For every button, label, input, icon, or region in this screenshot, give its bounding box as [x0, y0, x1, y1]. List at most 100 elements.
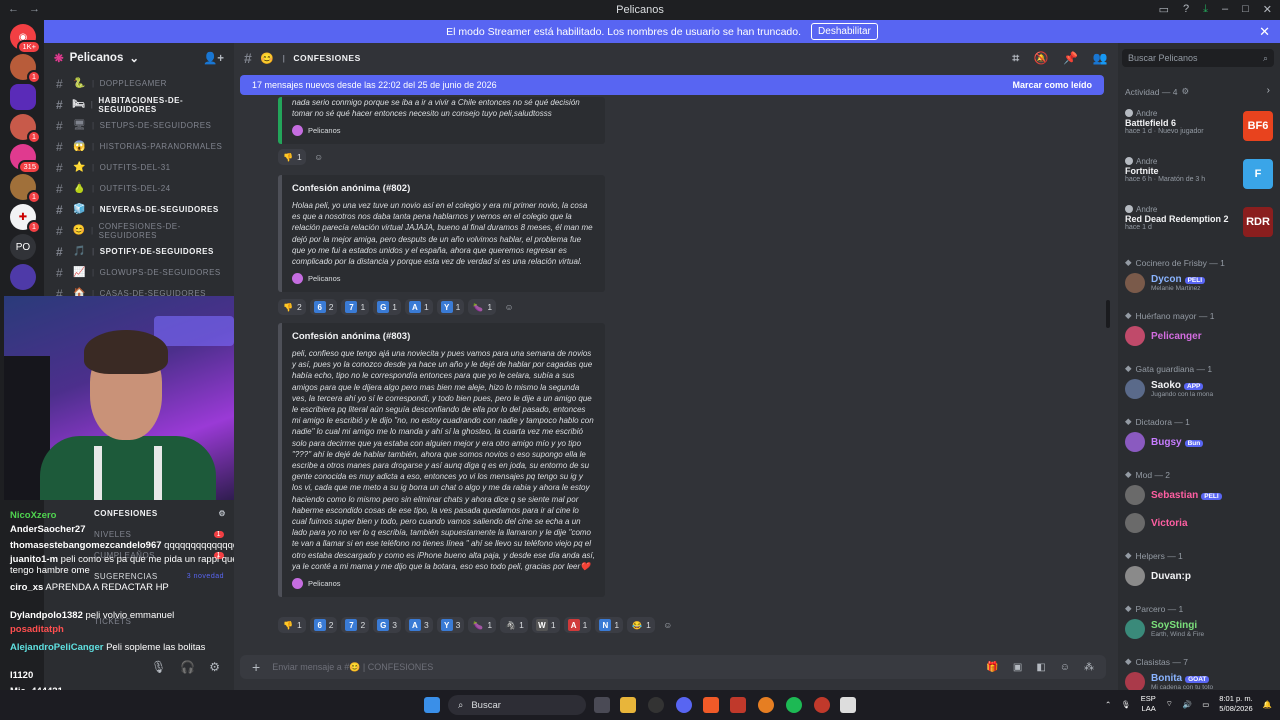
- new-messages-bar[interactable]: 17 mensajes nuevos desde las 22:02 del 2…: [240, 75, 1104, 95]
- sticker-icon[interactable]: ◧: [1036, 662, 1045, 673]
- channel-item[interactable]: # 😱 | HISTORIAS-PARANORMALES: [44, 136, 234, 157]
- mic-tray-icon[interactable]: 🎙: [1121, 700, 1131, 709]
- maximize-icon[interactable]: □: [1242, 3, 1249, 16]
- reaction-button[interactable]: 👎 1: [278, 149, 306, 165]
- channel-item[interactable]: # 🖥 | SETUPS-DE-SEGUIDORES: [44, 115, 234, 136]
- reaction-button[interactable]: G1: [373, 299, 401, 315]
- reaction-button[interactable]: 62: [309, 617, 338, 633]
- headphones-icon[interactable]: 🎧: [180, 660, 195, 674]
- server-icon[interactable]: 1: [10, 174, 41, 204]
- task-view-icon[interactable]: [594, 697, 610, 713]
- close-icon[interactable]: ✕: [1259, 24, 1270, 40]
- channel-item[interactable]: # 🐍 | DOPPLEGAMER: [44, 73, 234, 94]
- channel-item[interactable]: # ⭐ | OUTFITS-DEL-31: [44, 157, 234, 178]
- server-icon[interactable]: 1: [10, 54, 41, 84]
- server-icon[interactable]: 1: [10, 114, 41, 144]
- add-attachment-icon[interactable]: +: [252, 659, 260, 675]
- server-icon[interactable]: 315: [10, 144, 41, 174]
- reaction-button[interactable]: 🦓 1: [500, 617, 528, 633]
- member-item[interactable]: Victoria: [1125, 511, 1275, 535]
- reaction-button[interactable]: 👎 2: [278, 299, 306, 315]
- gif-icon[interactable]: ▣: [1013, 662, 1022, 673]
- activity-card[interactable]: Andre Battlefield 6 hace 1 d · Nuevo jugad…: [1125, 109, 1275, 149]
- clock[interactable]: 8:01 p. m. 5/08/2026: [1219, 694, 1252, 714]
- download-icon[interactable]: ⤓: [1203, 3, 1208, 16]
- message-composer[interactable]: + Enviar mensaje a #😊 | CONFESIONES 🎁 ▣ …: [240, 655, 1106, 679]
- server-dms[interactable]: ◉ 1K+: [10, 24, 41, 54]
- mark-as-read-button[interactable]: Marcar como leído: [1012, 80, 1092, 90]
- server-icon[interactable]: ✚ 1: [10, 204, 41, 234]
- member-item[interactable]: Dycon PELI Melanie Martinez: [1125, 271, 1275, 295]
- channel-item[interactable]: # 📈 | GLOWUPS-DE-SEGUIDORES: [44, 262, 234, 283]
- battery-icon[interactable]: ▭: [1202, 700, 1209, 709]
- activity-card[interactable]: Andre Red Dead Redemption 2 hace 1 d RDR: [1125, 205, 1275, 245]
- help-icon[interactable]: ?: [1183, 3, 1189, 16]
- reaction-button[interactable]: 🍆 1: [468, 617, 497, 633]
- add-reaction-icon[interactable]: ☺: [659, 617, 677, 633]
- reaction-button[interactable]: 😂 1: [627, 617, 655, 633]
- member-item[interactable]: Saoko APP Jugando con la mona: [1125, 377, 1275, 401]
- message-input[interactable]: Enviar mensaje a #😊 | CONFESIONES: [272, 662, 433, 673]
- channel-item[interactable]: # 🎵 | SPOTIFY-DE-SEGUIDORES: [44, 241, 234, 262]
- gift-icon[interactable]: 🎁: [986, 662, 998, 673]
- microphone-icon[interactable]: 🎙: [151, 660, 166, 674]
- reaction-button[interactable]: 🍆 1: [468, 299, 497, 315]
- minimize-icon[interactable]: –: [1222, 3, 1228, 16]
- member-item[interactable]: Duvan:p: [1125, 564, 1275, 588]
- gear-icon[interactable]: ⚙: [1181, 86, 1189, 97]
- settings-icon[interactable]: ⚙: [209, 660, 220, 674]
- channel-item[interactable]: # 🛏 | HABITACIONES-DE-SEGUIDORES: [44, 94, 234, 115]
- notifications-icon[interactable]: 🔔: [1263, 700, 1272, 709]
- taskbar-search[interactable]: ⌕ Buscar: [448, 695, 586, 715]
- scrollbar[interactable]: [1106, 300, 1110, 328]
- reaction-button[interactable]: Y3: [436, 617, 465, 633]
- reaction-button[interactable]: 72: [341, 617, 370, 633]
- reaction-button[interactable]: A3: [404, 617, 433, 633]
- member-item[interactable]: Sebastian PELI: [1125, 483, 1275, 507]
- activity-card[interactable]: Andre Fortnite hace 6 h · Maratón de 3 hF: [1125, 157, 1275, 197]
- server-po[interactable]: PO: [10, 234, 36, 260]
- pin-icon[interactable]: 📌: [1063, 51, 1078, 66]
- server-icon[interactable]: [10, 264, 36, 290]
- add-reaction-icon[interactable]: ☺: [310, 149, 328, 165]
- threads-icon[interactable]: ⌗: [1012, 51, 1019, 66]
- disable-streamer-button[interactable]: Deshabilitar: [811, 23, 878, 40]
- member-item[interactable]: Pelicanger: [1125, 324, 1275, 348]
- forward-icon[interactable]: →: [29, 3, 40, 15]
- apps-icon[interactable]: ⁂: [1084, 662, 1094, 673]
- language-indicator[interactable]: ESP LAA: [1141, 694, 1156, 714]
- obs-icon[interactable]: [648, 697, 664, 713]
- channel-item[interactable]: # 🧊 | NEVERAS-DE-SEGUIDORES: [44, 199, 234, 220]
- channel-item[interactable]: # 🍐 | OUTFITS-DEL-24: [44, 178, 234, 199]
- reaction-button[interactable]: A1: [404, 299, 433, 315]
- reaction-button[interactable]: N1: [595, 617, 624, 633]
- member-item[interactable]: Bugsy Bun: [1125, 430, 1275, 454]
- reaction-button[interactable]: Y1: [436, 299, 465, 315]
- app-icon[interactable]: [730, 697, 746, 713]
- app-icon[interactable]: [758, 697, 774, 713]
- add-reaction-icon[interactable]: ☺: [500, 299, 518, 315]
- app-icon[interactable]: [840, 697, 856, 713]
- server-pelicanos[interactable]: [10, 84, 36, 110]
- close-window-icon[interactable]: ✕: [1263, 3, 1272, 16]
- reaction-button[interactable]: G3: [373, 617, 401, 633]
- reaction-button[interactable]: 👎 1: [278, 617, 306, 633]
- reaction-button[interactable]: 71: [341, 299, 370, 315]
- reaction-button[interactable]: 62: [309, 299, 338, 315]
- volume-icon[interactable]: 🔊: [1183, 700, 1192, 709]
- chevron-right-icon[interactable]: ›: [1267, 85, 1270, 96]
- member-item[interactable]: SoyStingi Earth, Wind & Fire: [1125, 617, 1275, 641]
- file-explorer-icon[interactable]: [620, 697, 636, 713]
- members-icon[interactable]: 👥: [1093, 51, 1108, 66]
- brave-icon[interactable]: [703, 697, 719, 713]
- inbox-icon[interactable]: ▭: [1159, 3, 1169, 16]
- discord-taskbar-icon[interactable]: [676, 697, 692, 713]
- spotify-icon[interactable]: [786, 697, 802, 713]
- channel-item[interactable]: # 😊 | CONFESIONES-DE-SEGUIDORES: [44, 220, 234, 241]
- app-icon[interactable]: [814, 697, 830, 713]
- emoji-icon[interactable]: ☺: [1060, 662, 1070, 673]
- chevron-up-icon[interactable]: ⌃: [1105, 700, 1111, 709]
- back-icon[interactable]: ←: [8, 3, 19, 15]
- mute-icon[interactable]: 🔕: [1034, 51, 1049, 66]
- reaction-button[interactable]: A1: [563, 617, 592, 633]
